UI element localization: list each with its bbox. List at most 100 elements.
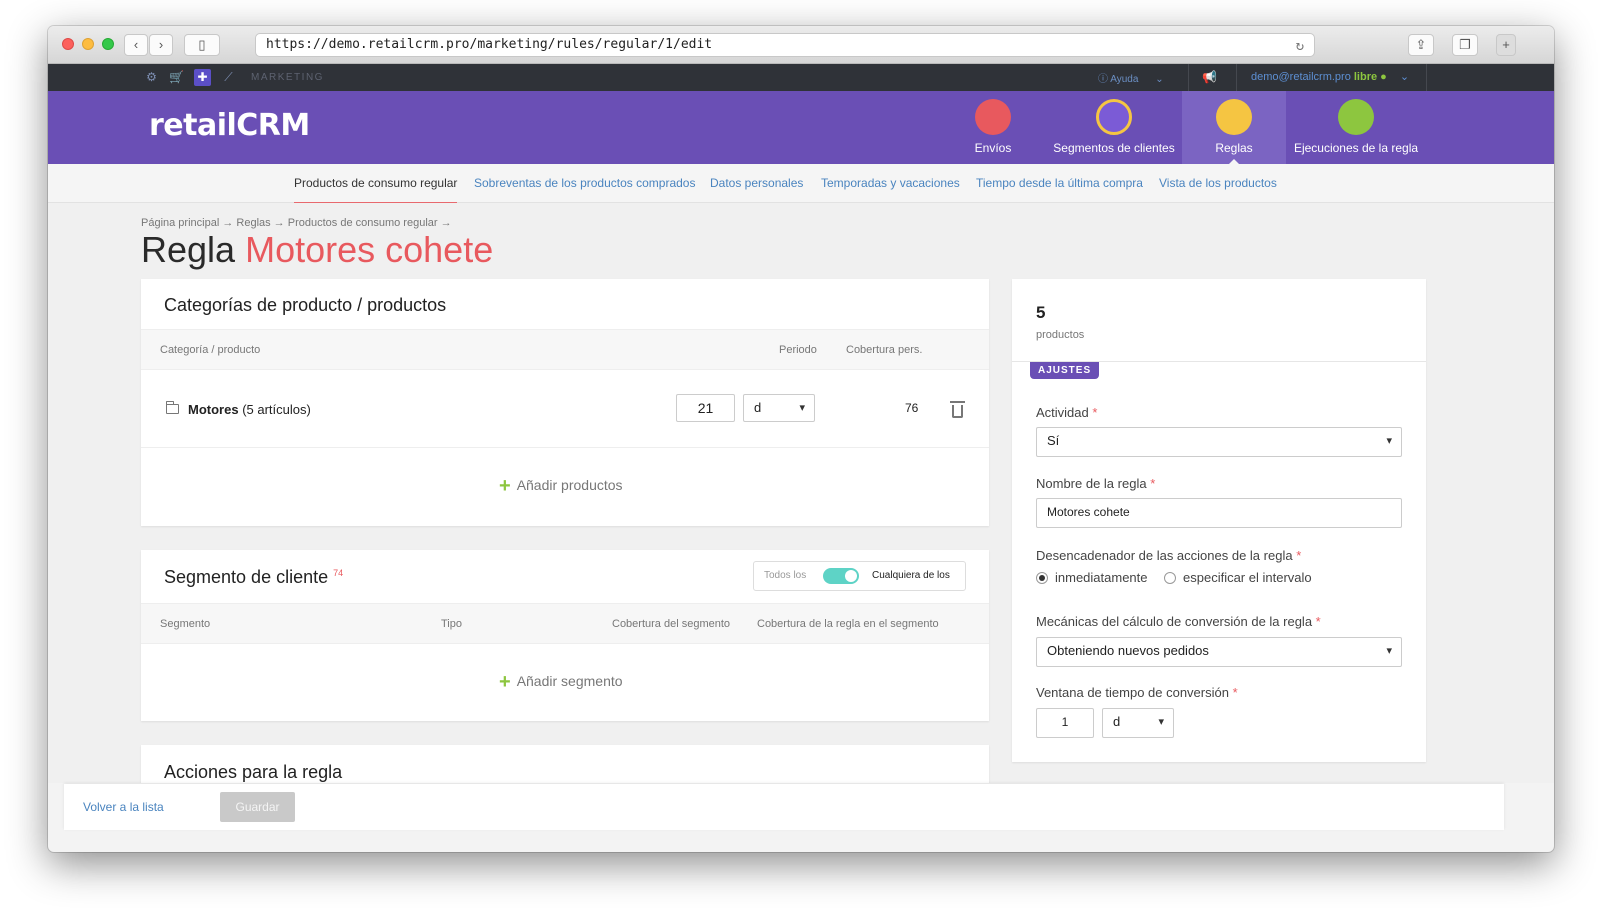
- card-title: Categorías de producto / productos: [164, 295, 447, 315]
- maximize-window-button[interactable]: [102, 38, 114, 50]
- table-header: Segmento Tipo Cobertura del segmento Cob…: [141, 603, 989, 644]
- column-header: Cobertura pers.: [846, 344, 923, 356]
- address-bar[interactable]: https://demo.retailcrm.pro/marketing/rul…: [255, 33, 1315, 57]
- cart-icon[interactable]: 🛒: [168, 69, 185, 86]
- activity-value: Sí: [1047, 433, 1060, 448]
- nav-label: Ejecuciones de la regla: [1293, 141, 1419, 155]
- trigger-label: Desencadenador de las acciones de la reg…: [1036, 548, 1302, 563]
- trigger-interval-radio[interactable]: [1164, 572, 1176, 584]
- trigger-interval-label[interactable]: especificar el intervalo: [1183, 570, 1312, 585]
- nav-segmentos[interactable]: Segmentos de clientes: [1046, 91, 1182, 164]
- nav-label: Reglas: [1215, 141, 1253, 155]
- rule-name-input[interactable]: Motores cohete: [1036, 498, 1402, 528]
- column-header: Cobertura del segmento: [612, 618, 731, 630]
- nav-envios[interactable]: Envíos: [953, 91, 1033, 164]
- toggle-label-any: Cualquiera de los: [872, 570, 950, 581]
- analytics-icon[interactable]: ⟋: [220, 69, 237, 86]
- period-value-input[interactable]: 21: [676, 394, 735, 422]
- forward-arrow-icon[interactable]: ›: [149, 34, 173, 56]
- divider: [1236, 64, 1237, 91]
- period-unit-select[interactable]: d: [743, 394, 815, 422]
- minimize-window-button[interactable]: [82, 38, 94, 50]
- product-category[interactable]: Motores (5 artículos): [188, 402, 311, 417]
- trigger-immediate-label[interactable]: inmediatamente: [1055, 570, 1148, 585]
- add-segment-label: Añadir segmento: [516, 673, 623, 689]
- card-title: Acciones para la regla: [164, 762, 343, 782]
- chevron-down-icon: ⌄: [1155, 74, 1164, 85]
- url-text: https://demo.retailcrm.pro/marketing/rul…: [266, 37, 713, 52]
- rule-name-label: Nombre de la regla *: [1036, 476, 1156, 491]
- activity-label: Actividad *: [1036, 405, 1098, 420]
- breadcrumb[interactable]: Página principal → Reglas → Productos de…: [141, 217, 452, 229]
- chevron-down-icon: ⌄: [1399, 71, 1410, 83]
- title-prefix: Regla: [141, 229, 236, 270]
- app-topbar: ⚙ 🛒 ✚ ⟋ MARKETING ⓘ Ayuda ⌄ 📢 demo@retai…: [48, 64, 1554, 91]
- help-menu[interactable]: ⓘ Ayuda ⌄: [1098, 70, 1164, 85]
- toggle-switch[interactable]: [823, 568, 859, 584]
- nav-ejecuciones[interactable]: Ejecuciones de la regla: [1286, 91, 1426, 164]
- products-card: Categorías de producto / productos Categ…: [141, 279, 989, 526]
- user-status: libre: [1353, 71, 1378, 83]
- table-header: Categoría / producto Periodo Cobertura p…: [141, 329, 989, 370]
- marketing-icon[interactable]: ✚: [194, 69, 211, 86]
- add-segment-button[interactable]: + Añadir segmento: [499, 671, 623, 694]
- folder-icon: [166, 401, 179, 414]
- mail-icon: [975, 99, 1011, 135]
- section-label: MARKETING: [251, 72, 324, 83]
- column-header: Tipo: [441, 618, 462, 630]
- app-header: retailCRM Envíos Segmentos de clientes R…: [48, 91, 1554, 164]
- new-tab-icon[interactable]: +: [1496, 34, 1516, 56]
- user-menu[interactable]: demo@retailcrm.pro libre ● ⌄: [1251, 70, 1409, 83]
- back-arrow-icon[interactable]: ‹: [124, 34, 148, 56]
- browser-window: ‹ › ▯ https://demo.retailcrm.pro/marketi…: [48, 26, 1554, 852]
- rules-icon: [1216, 99, 1252, 135]
- reload-icon[interactable]: ↻: [1296, 35, 1304, 57]
- megaphone-icon[interactable]: 📢: [1201, 69, 1218, 86]
- segment-match-switch[interactable]: Todos los Cualquiera de los: [753, 561, 966, 591]
- window-label: Ventana de tiempo de conversión *: [1036, 685, 1238, 700]
- share-icon[interactable]: ⇪: [1408, 34, 1434, 56]
- trash-icon[interactable]: [950, 401, 965, 418]
- divider: [1188, 64, 1189, 91]
- column-header: Segmento: [160, 618, 211, 630]
- rules-subnav: Productos de consumo regular Sobreventas…: [48, 164, 1554, 204]
- close-window-button[interactable]: [62, 38, 74, 50]
- sidebar-toggle-icon[interactable]: ▯: [184, 34, 220, 56]
- window-unit-select[interactable]: d: [1102, 708, 1174, 738]
- tab-temporadas[interactable]: Temporadas y vacaciones: [821, 176, 960, 190]
- column-header: Periodo: [779, 344, 817, 356]
- tab-tiempo-ultima-compra[interactable]: Tiempo desde la última compra: [976, 176, 1143, 190]
- column-header: Categoría / producto: [160, 344, 261, 356]
- activity-select[interactable]: Sí: [1036, 427, 1402, 457]
- nav-label: Envíos: [974, 141, 1012, 155]
- products-count: 5: [1036, 303, 1046, 322]
- tabs-overview-icon[interactable]: ❐: [1452, 34, 1478, 56]
- window-value-input[interactable]: 1: [1036, 708, 1094, 738]
- back-to-list-link[interactable]: Volver a la lista: [83, 800, 164, 814]
- mechanics-label: Mecánicas del cálculo de conversión de l…: [1036, 614, 1321, 629]
- tab-productos-consumo[interactable]: Productos de consumo regular: [294, 176, 458, 204]
- add-products-button[interactable]: + Añadir productos: [499, 475, 623, 498]
- help-icon: ⓘ: [1098, 74, 1108, 85]
- trigger-immediate-radio[interactable]: [1036, 572, 1048, 584]
- segment-count: 74: [333, 568, 344, 578]
- actions-card: Acciones para la regla: [141, 745, 989, 783]
- mechanics-select[interactable]: Obteniendo nuevos pedidos: [1036, 637, 1402, 667]
- segments-icon: [1096, 99, 1132, 135]
- save-button[interactable]: Guardar: [220, 792, 295, 822]
- plus-icon: +: [499, 671, 511, 693]
- toggle-label-all: Todos los: [764, 570, 807, 581]
- settings-icon[interactable]: ⚙: [143, 69, 160, 86]
- retailcrm-logo[interactable]: retailCRM: [149, 108, 310, 143]
- tab-vista-productos[interactable]: Vista de los productos: [1159, 176, 1277, 190]
- tab-sobreventas[interactable]: Sobreventas de los productos comprados: [474, 176, 695, 190]
- main-content: Página principal → Reglas → Productos de…: [48, 203, 1554, 783]
- footer-bar: Volver a la lista Guardar: [64, 784, 1504, 830]
- coverage-value: 76: [905, 401, 919, 415]
- tab-datos-personales[interactable]: Datos personales: [710, 176, 803, 190]
- products-count-label: productos: [1036, 329, 1085, 341]
- segment-card: Segmento de cliente 74 Todos los Cualqui…: [141, 550, 989, 721]
- nav-reglas[interactable]: Reglas: [1182, 91, 1286, 164]
- add-products-label: Añadir productos: [516, 477, 623, 493]
- column-header: Cobertura de la regla en el segmento: [757, 618, 939, 630]
